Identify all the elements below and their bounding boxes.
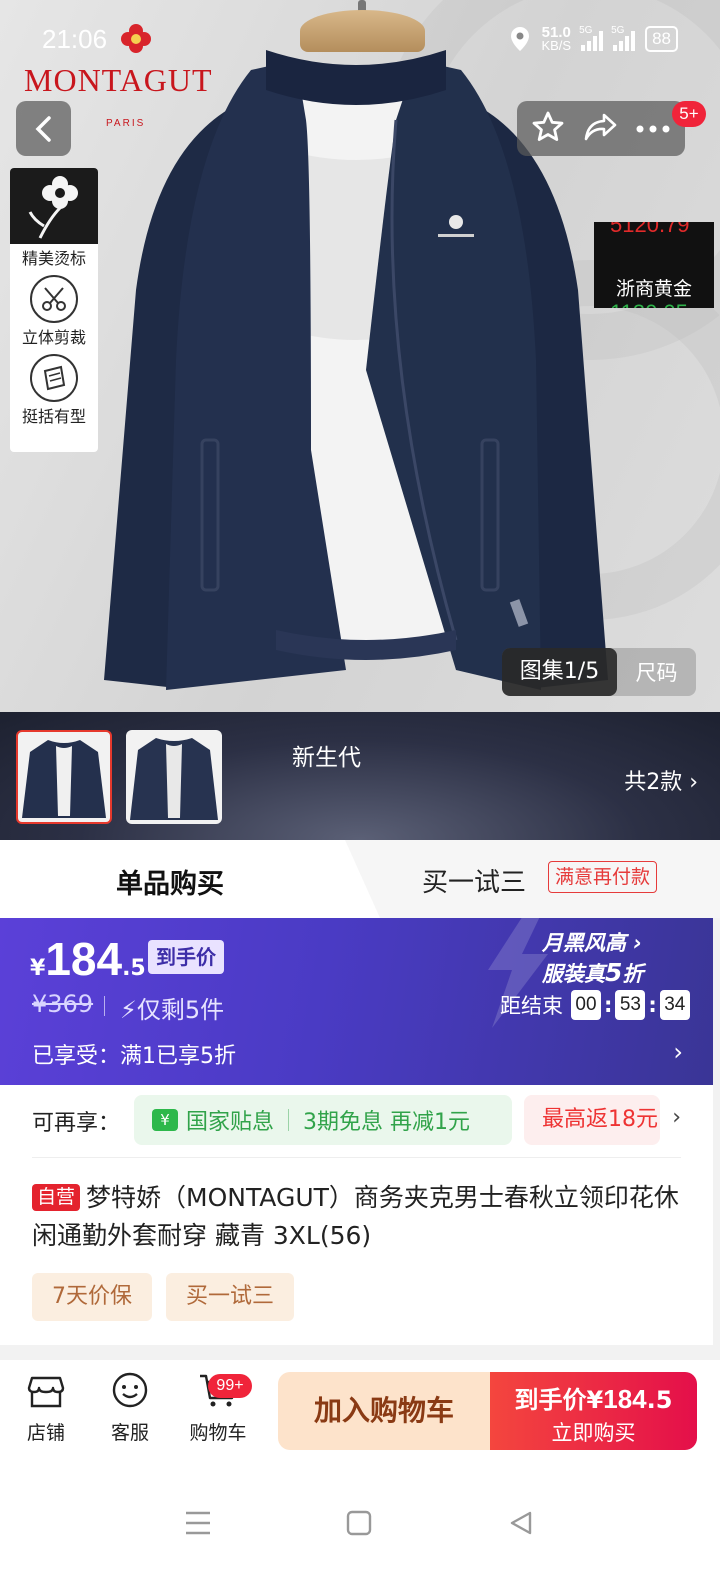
cashback-offer[interactable]: 最高返18元 — [524, 1095, 660, 1145]
self-operated-badge: 自营 — [32, 1184, 81, 1211]
gold-price-ticker[interactable]: 5120.79 浙商黄金 1130.05 — [594, 222, 714, 308]
installment-offer[interactable]: ¥ 国家贴息 3期免息 再减1元 — [134, 1095, 512, 1145]
final-price-tag: 到手价 — [148, 940, 224, 974]
gallery-counter-button[interactable]: 图集1/5 — [502, 648, 617, 696]
product-info: 自营 梦特娇（MONTAGUT）商务夹克男士春秋立领印花休闲通勤外套耐穿 藏青 3… — [0, 1157, 713, 1345]
message-count-badge: 5+ — [672, 101, 706, 127]
countdown-timer: 距结束 00: 53: 34 — [500, 990, 692, 1020]
hamburger-icon — [186, 1511, 210, 1535]
network-speed: 51.0 KB/S — [541, 24, 572, 53]
jacket-thumbnail — [22, 740, 106, 818]
brand-name: MONTAGUT — [24, 62, 213, 98]
system-navigation-bar — [0, 1468, 720, 1584]
smiley-chat-icon — [112, 1372, 148, 1408]
subsidy-icon: ¥ — [152, 1109, 178, 1131]
flower-patch-icon — [28, 176, 78, 239]
brand-subtitle: PARIS — [106, 118, 146, 129]
countdown-seconds: 34 — [659, 990, 690, 1020]
gallery-switcher: 图集1/5 尺码 — [502, 648, 696, 696]
variant-thumbnail-strip: 新生代 共2款 › — [0, 712, 720, 840]
tab-try-three[interactable]: 买一试三 — [422, 862, 526, 899]
home-nav-button[interactable] — [346, 1510, 372, 1540]
countdown-minutes: 53 — [615, 990, 646, 1020]
additional-offers-row: 可再享： ¥ 国家贴息 3期免息 再减1元 最高返18元 › — [0, 1085, 713, 1157]
price-protection-chip[interactable]: 7天价保 — [32, 1273, 152, 1321]
gold-price-label: 浙商黄金 — [615, 278, 692, 300]
product-title: 自营 梦特娇（MONTAGUT）商务夹克男士春秋立领印花休闲通勤外套耐穿 藏青 3… — [32, 1183, 679, 1250]
more-button[interactable] — [635, 119, 671, 138]
home-square-icon — [346, 1510, 372, 1536]
feature-label: 精美烫标 — [21, 249, 86, 268]
signal-icon: 5G — [579, 25, 604, 51]
current-price: ¥184.5 — [30, 933, 146, 985]
back-button[interactable] — [16, 101, 71, 156]
menu-nav-button[interactable] — [184, 1510, 212, 1540]
collection-label: 新生代 — [292, 745, 361, 771]
chevron-right-icon[interactable]: › — [672, 1105, 681, 1130]
feature-label: 立体剪裁 — [21, 328, 86, 347]
try-three-chip[interactable]: 买一试三 — [166, 1273, 295, 1321]
enjoyed-discount[interactable]: 已享受：满1已享5折 — [32, 1038, 236, 1070]
add-to-cart-button[interactable]: 加入购物车 — [278, 1372, 490, 1450]
variant-count-link[interactable]: 共2款 › — [624, 764, 698, 796]
feature-panel: 精美烫标 立体剪裁 挺括有型 — [10, 168, 98, 452]
fabric-icon — [30, 354, 78, 402]
shop-button[interactable]: 店铺 — [6, 1370, 86, 1445]
star-icon — [532, 111, 564, 141]
offers-label: 可再享： — [32, 1111, 121, 1136]
customer-service-button[interactable]: 客服 — [90, 1370, 170, 1445]
scissors-icon — [30, 275, 78, 323]
chevron-right-icon[interactable]: › — [673, 1038, 683, 1066]
original-price: ¥369 — [32, 990, 94, 1018]
service-chips: 7天价保 买一试三 — [32, 1273, 295, 1321]
location-icon — [511, 27, 530, 51]
chevron-left-icon — [35, 115, 51, 142]
more-dots-icon — [636, 125, 670, 133]
countdown-hours: 00 — [571, 990, 601, 1020]
status-icons: 51.0 KB/S 5G 5G 88 — [509, 24, 678, 53]
purchase-mode-tabs: 单品购买 买一试三 满意再付款 — [0, 840, 720, 918]
product-hero-image[interactable]: 21:06 51.0KB/S 5G 5G 88 MONTAGUT PARIS — [0, 0, 720, 712]
brand-flower-icon — [121, 24, 151, 53]
gold-price-next: 1130.05 — [610, 300, 688, 308]
variant-thumbnail-selected[interactable] — [16, 730, 112, 824]
back-triangle-icon — [510, 1511, 532, 1535]
tab-single-purchase[interactable]: 单品购买 — [0, 840, 380, 918]
back-nav-button[interactable] — [508, 1510, 534, 1540]
store-icon — [27, 1376, 65, 1408]
favorite-button[interactable] — [531, 110, 565, 148]
price-banner: ¥184.5 到手价 ¥369 ⚡仅剩5件 月黑风高 › 服装真5折 距结束 0… — [0, 918, 713, 1085]
signal-icon: 5G — [611, 25, 636, 51]
stock-remaining: ⚡仅剩5件 — [120, 996, 225, 1024]
divider — [104, 996, 105, 1016]
size-chart-button[interactable]: 尺码 — [617, 657, 696, 687]
pay-after-satisfied-tag: 满意再付款 — [548, 861, 658, 893]
variant-thumbnail[interactable] — [126, 730, 222, 824]
battery-indicator: 88 — [645, 26, 678, 52]
product-detail-page: 21:06 51.0KB/S 5G 5G 88 MONTAGUT PARIS — [0, 0, 720, 1584]
buy-now-button[interactable]: 到手价¥184.5 立即购买 — [490, 1372, 697, 1450]
feature-label: 挺括有型 — [21, 407, 86, 426]
embroidery-sample-image — [10, 168, 98, 244]
top-action-group — [517, 101, 685, 156]
share-button[interactable] — [582, 111, 618, 147]
status-time: 21:06 — [42, 24, 108, 54]
jacket-thumbnail — [130, 738, 218, 820]
gold-price-previous: 5120.79 — [610, 222, 690, 237]
divider — [32, 1157, 681, 1158]
bottom-action-bar: 店铺 客服 购物车 99+ 加入购物车 到手价¥184.5 立即购买 — [0, 1360, 720, 1468]
share-icon — [584, 113, 617, 140]
cart-count-badge: 99+ — [208, 1374, 252, 1398]
promo-slogan[interactable]: 月黑风高 › 服装真5折 — [542, 928, 643, 989]
